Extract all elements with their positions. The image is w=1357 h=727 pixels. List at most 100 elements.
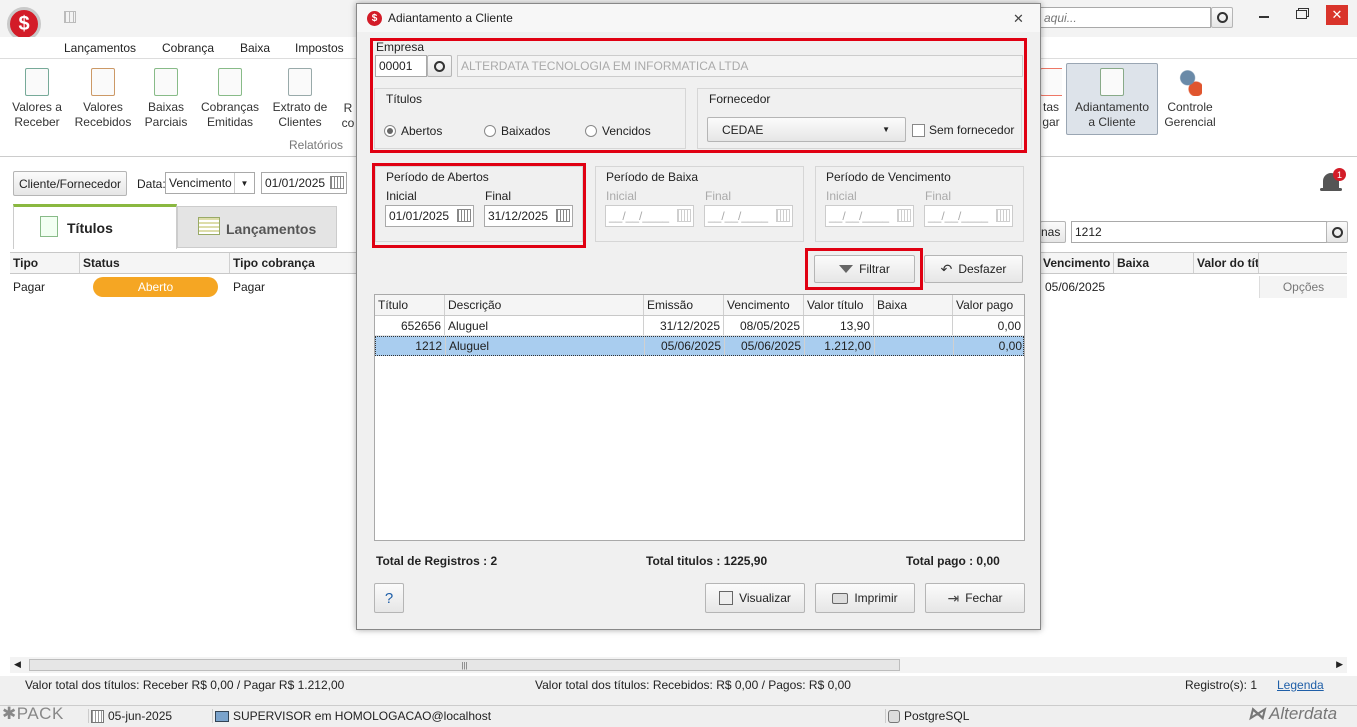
menu-cobranca[interactable]: Cobrança <box>162 41 214 55</box>
ribbon-label: gar <box>1042 115 1060 129</box>
checkbox-box[interactable] <box>912 123 925 137</box>
right-search-button[interactable] <box>1326 221 1348 243</box>
ribbon-valores-receber[interactable]: Valores a Receber <box>8 64 66 130</box>
col-titulo[interactable]: Título <box>375 295 445 315</box>
empresa-search-button[interactable] <box>427 55 452 77</box>
visualizar-button[interactable]: Visualizar <box>705 583 805 613</box>
close-window-icon[interactable]: ✕ <box>1326 5 1348 25</box>
table-row-selected[interactable]: 1212 Aluguel 05/06/2025 05/06/2025 1.212… <box>375 336 1024 356</box>
notification-bell-icon[interactable]: 1 <box>1320 168 1346 194</box>
col-tipo[interactable]: Tipo <box>10 253 80 273</box>
abertos-inicial-label: Inicial <box>386 189 417 203</box>
abertos-inicial-input[interactable]: 01/01/2025 <box>385 205 474 227</box>
chevron-down-icon: ▼ <box>882 125 890 134</box>
gear-icon: ✱ <box>2 704 17 723</box>
fechar-button[interactable]: ⇥ Fechar <box>925 583 1025 613</box>
col-descricao[interactable]: Descrição <box>445 295 644 315</box>
tab-lancamentos[interactable]: Lançamentos <box>177 206 337 248</box>
ribbon-baixas-parciais[interactable]: Baixas Parciais <box>140 64 192 130</box>
grid-icon[interactable] <box>64 11 76 23</box>
cell-titulo: 652656 <box>375 316 445 335</box>
table-row[interactable]: 05/06/2025 Opções <box>1040 276 1347 298</box>
ribbon-label: Valores <box>83 100 123 114</box>
ribbon-label: Gerencial <box>1164 115 1216 129</box>
ribbon-label: a Cliente <box>1088 115 1136 129</box>
ribbon-partial-item[interactable]: Rco <box>340 64 356 131</box>
status-date: 05-jun-2025 <box>88 709 172 723</box>
cliente-fornecedor-button[interactable]: Cliente/Fornecedor <box>13 171 127 196</box>
dollar-document-icon <box>40 216 58 237</box>
menu-lancamentos[interactable]: Lançamentos <box>64 41 136 55</box>
empresa-code-input[interactable]: 00001 <box>375 55 427 77</box>
app-logo-icon: $ <box>7 7 41 41</box>
calendar-icon[interactable] <box>330 176 344 189</box>
cell-valor-titulo: 1.212,00 <box>805 337 875 355</box>
total-registros: Total de Registros : 2 <box>376 554 498 568</box>
sem-fornecedor-checkbox[interactable]: Sem fornecedor <box>912 123 1014 137</box>
opcoes-button[interactable]: Opções <box>1259 276 1347 298</box>
ribbon-extrato-clientes[interactable]: Extrato de Clientes <box>270 64 330 130</box>
col-status[interactable]: Status <box>80 253 230 273</box>
menu-baixa[interactable]: Baixa <box>240 41 270 55</box>
fornecedor-select[interactable]: CEDAE ▼ <box>707 117 906 142</box>
baixa-inicial-label: Inicial <box>606 189 637 203</box>
ribbon-cobrancas-emitidas[interactable]: Cobranças Emitidas <box>198 64 262 130</box>
total-pago: Total pago : 0,00 <box>906 554 1000 568</box>
global-search-button[interactable] <box>1211 7 1233 28</box>
scroll-right-icon[interactable]: ▶ <box>1336 659 1343 670</box>
col-vencimento[interactable]: Vencimento <box>1040 253 1114 273</box>
minimize-icon[interactable] <box>1259 16 1269 18</box>
cell-emissao: 05/06/2025 <box>645 337 725 355</box>
restore-icon[interactable] <box>1296 10 1307 19</box>
help-button[interactable]: ? <box>374 583 404 613</box>
legenda-link[interactable]: Legenda <box>1277 678 1324 692</box>
ribbon-partial-right[interactable]: tas gar <box>1040 64 1062 130</box>
exit-icon: ⇥ <box>947 589 960 606</box>
desfazer-button[interactable]: ↶ Desfazer <box>924 255 1023 283</box>
filtrar-button[interactable]: Filtrar <box>814 255 915 283</box>
partial-right-button[interactable]: nas <box>1040 221 1066 243</box>
col-emissao[interactable]: Emissão <box>644 295 724 315</box>
baixa-inicial-input: __/__/____ <box>605 205 694 227</box>
cell-valor-pago: 0,00 <box>997 318 1021 333</box>
table-row[interactable]: 652656 Aluguel 31/12/2025 08/05/2025 13,… <box>375 316 1024 336</box>
right-search-input[interactable]: 1212 <box>1071 221 1327 243</box>
ribbon-adiantamento-cliente[interactable]: Adiantamento a Cliente <box>1066 64 1158 130</box>
fornecedor-label: Fornecedor <box>709 92 771 106</box>
radio-vencidos[interactable]: Vencidos <box>585 124 651 138</box>
document-export-icon <box>218 68 242 96</box>
scroll-thumb[interactable]: ||| <box>29 659 900 671</box>
menu-impostos[interactable]: Impostos <box>295 41 344 55</box>
baixa-final-label: Final <box>705 189 732 203</box>
monitor-icon <box>215 710 229 722</box>
ribbon-label: co <box>341 116 355 130</box>
col-valor-titulo[interactable]: Valor título <box>804 295 874 315</box>
dialog-close-icon[interactable]: ✕ <box>1013 11 1024 27</box>
document-dollar-arrow-icon <box>91 68 115 96</box>
scroll-left-icon[interactable]: ◀ <box>14 659 21 670</box>
tab-titulos[interactable]: Títulos <box>13 204 177 249</box>
imprimir-button[interactable]: Imprimir <box>815 583 915 613</box>
ribbon-controle-gerencial[interactable]: Controle Gerencial <box>1160 64 1220 130</box>
calendar-icon[interactable] <box>556 209 570 222</box>
ribbon-valores-recebidos[interactable]: Valores Recebidos <box>72 64 134 130</box>
app-logo-icon: $ <box>367 10 382 26</box>
col-valor-titulo[interactable]: Valor do tít <box>1194 253 1259 273</box>
table-row[interactable]: Pagar Aberto Pagar <box>10 276 356 298</box>
data-type-select[interactable]: Vencimento ▼ <box>165 172 255 194</box>
user-document-icon <box>288 68 312 96</box>
col-valor-pago[interactable]: Valor pago <box>953 295 1024 315</box>
abertos-final-input[interactable]: 31/12/2025 <box>484 205 573 227</box>
col-baixa[interactable]: Baixa <box>1114 253 1194 273</box>
radio-baixados[interactable]: Baixados <box>484 124 550 138</box>
horizontal-scrollbar[interactable]: ◀ ||| ▶ <box>10 657 1347 673</box>
radio-abertos[interactable]: Abertos <box>384 124 442 138</box>
pack-logo: ✱PACK <box>2 704 64 723</box>
calendar-icon[interactable] <box>457 209 471 222</box>
col-vencimento[interactable]: Vencimento <box>724 295 804 315</box>
col-tipo-cobranca[interactable]: Tipo cobrança <box>230 253 356 273</box>
data-date-input[interactable]: 01/01/2025 <box>261 172 347 194</box>
global-search-input[interactable]: aqui... <box>1040 7 1211 28</box>
col-baixa[interactable]: Baixa <box>874 295 953 315</box>
status-bar <box>0 705 1357 727</box>
